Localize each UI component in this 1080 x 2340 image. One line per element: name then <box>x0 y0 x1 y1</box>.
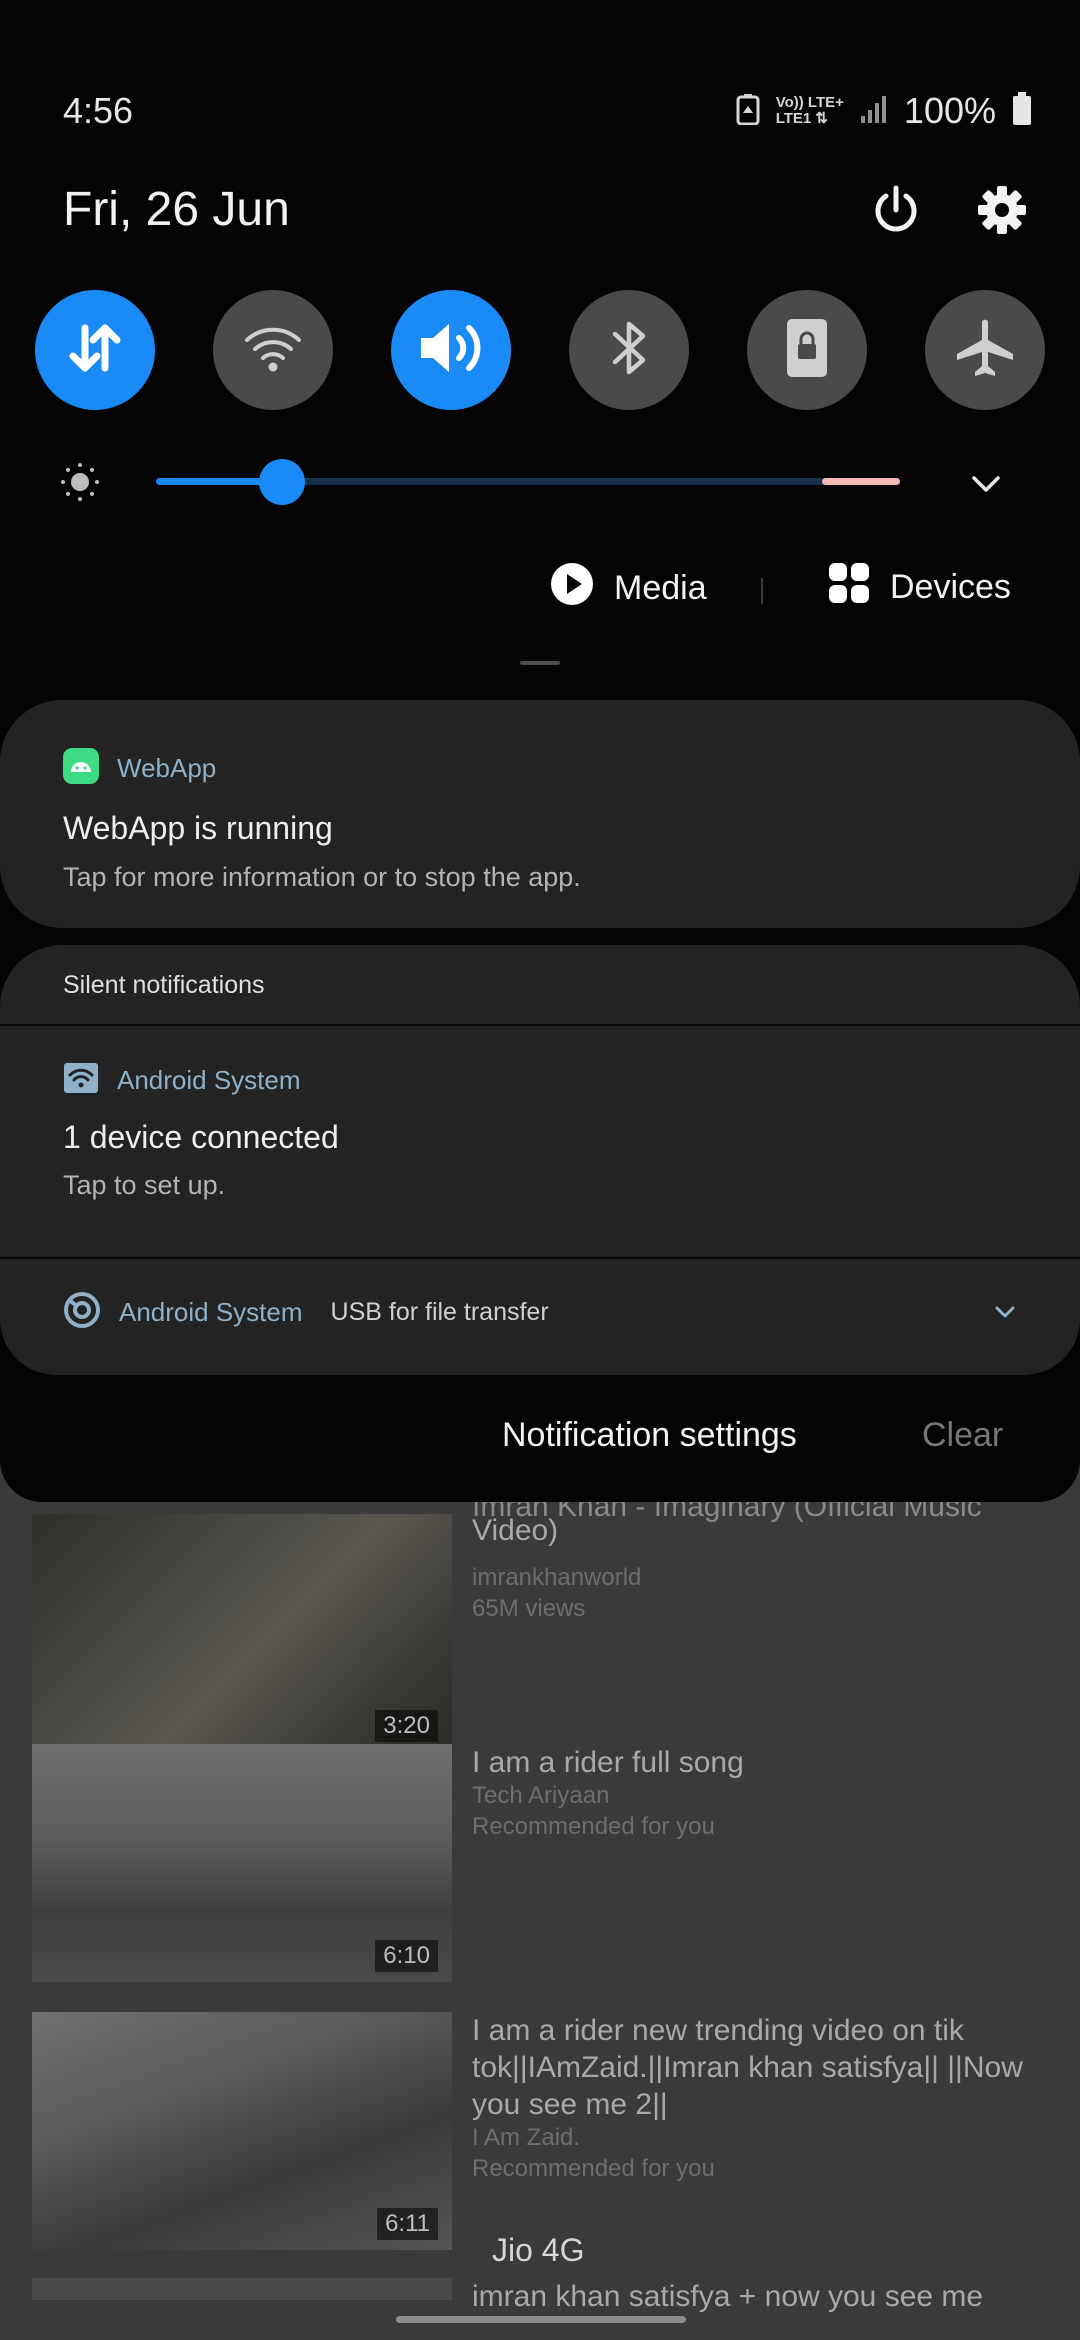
status-bar: 4:56 Vo)) LTE+ LTE1 ⇅ 100% <box>0 90 1080 140</box>
video-title[interactable]: imran khan satisfya + now you see me <box>472 2278 1032 2315</box>
devices-button[interactable]: Devices <box>828 562 1011 613</box>
data-activity-icon: ⇅ <box>815 110 828 127</box>
notification-title: 1 device connected <box>63 1119 339 1155</box>
gesture-nav-handle[interactable] <box>396 2316 686 2323</box>
status-icons: Vo)) LTE+ LTE1 ⇅ 100% <box>736 90 1032 132</box>
clear-button[interactable]: Clear <box>922 1416 1003 1455</box>
media-label: Media <box>614 569 707 607</box>
volte-lte-icon: Vo)) LTE+ LTE1 ⇅ <box>776 95 844 127</box>
video-channel: imrankhanworld <box>472 1564 642 1591</box>
notification-app-row: WebApp <box>63 748 216 789</box>
video-duration: 3:20 <box>375 1710 438 1742</box>
power-icon[interactable] <box>868 182 924 238</box>
video-title[interactable]: I am a rider full song <box>472 1744 1032 1781</box>
chevron-down-icon[interactable] <box>966 464 1006 504</box>
wifi-icon <box>241 320 305 381</box>
notification-app-name: Android System <box>119 1297 303 1327</box>
shade-drag-handle[interactable] <box>520 661 560 665</box>
video-meta: Recommended for you <box>472 1813 715 1840</box>
bluetooth-toggle[interactable] <box>569 290 689 410</box>
android-app-icon <box>63 748 99 789</box>
gear-icon[interactable] <box>974 182 1030 238</box>
video-duration: 6:11 <box>377 2208 438 2240</box>
sun-icon <box>60 462 100 507</box>
usb-settings-icon <box>63 1291 101 1334</box>
date-label[interactable]: Fri, 26 Jun <box>63 182 290 237</box>
data-saver-icon <box>736 93 760 130</box>
notification-webapp[interactable]: WebApp WebApp is running Tap for more in… <box>0 700 1080 928</box>
speaker-icon <box>415 316 487 385</box>
bluetooth-icon <box>607 316 651 385</box>
notification-title: WebApp is running <box>63 810 333 846</box>
notification-app-row: Android System USB for file transfer <box>63 1291 549 1334</box>
airplane-icon <box>953 316 1017 385</box>
video-title[interactable]: I am a rider new trending video on tik t… <box>472 2012 1032 2123</box>
wifi-toggle[interactable] <box>213 290 333 410</box>
video-duration: 6:10 <box>375 1940 438 1972</box>
auto-rotate-toggle[interactable] <box>747 290 867 410</box>
brightness-slider[interactable] <box>60 452 1020 512</box>
video-meta: 65M views <box>472 1595 586 1622</box>
brightness-high-zone <box>822 478 900 485</box>
mobile-data-toggle[interactable] <box>35 290 155 410</box>
notification-body: Tap for more information or to stop the … <box>63 862 581 892</box>
video-thumbnail[interactable]: 6:11 <box>32 2012 452 2250</box>
play-circle-icon <box>550 562 594 615</box>
divider <box>761 578 763 604</box>
network-type-top: Vo)) LTE+ <box>775 94 844 111</box>
notification-usb[interactable]: Android System USB for file transfer <box>0 1259 1080 1375</box>
devices-grid-icon <box>828 562 870 613</box>
brightness-thumb[interactable] <box>259 459 306 505</box>
wifi-box-icon <box>63 1062 99 1099</box>
notification-body: Tap to set up. <box>63 1170 226 1200</box>
notification-app-row: Android System <box>63 1062 301 1099</box>
video-meta: Recommended for you <box>472 2155 715 2182</box>
video-thumbnail[interactable]: 3:20 <box>32 1514 452 1752</box>
video-channel: Tech Ariyaan <box>472 1782 610 1809</box>
video-thumbnail[interactable]: 6:10 <box>32 1744 452 1982</box>
notification-device-connected[interactable]: Android System 1 device connected Tap to… <box>0 1026 1080 1201</box>
battery-percent: 100% <box>903 90 996 131</box>
airplane-mode-toggle[interactable] <box>925 290 1045 410</box>
data-arrows-icon <box>63 316 127 385</box>
signal-icon <box>860 94 888 129</box>
notification-shade: 4:56 Vo)) LTE+ LTE1 ⇅ 100% Fri, 26 Jun M… <box>0 0 1080 1502</box>
battery-icon <box>1012 91 1032 131</box>
chevron-down-icon[interactable] <box>990 1297 1020 1332</box>
silent-notifications-header: Silent notifications <box>63 971 265 999</box>
notification-app-name: WebApp <box>117 753 217 783</box>
silent-notifications-group: Silent notifications Android System 1 de… <box>0 945 1080 1375</box>
video-thumbnail[interactable] <box>32 2278 452 2300</box>
video-title[interactable]: Video) <box>472 1512 1032 1549</box>
lock-rotation-icon <box>785 317 829 384</box>
devices-label: Devices <box>890 568 1011 606</box>
video-channel: I Am Zaid. <box>472 2124 581 2151</box>
status-time: 4:56 <box>63 90 134 131</box>
media-button[interactable]: Media <box>550 562 707 615</box>
notification-summary: USB for file transfer <box>330 1298 549 1326</box>
notification-app-name: Android System <box>117 1065 301 1095</box>
network-type-bottom: LTE1 ⇅ <box>775 110 828 127</box>
carrier-label: Jio 4G <box>492 2232 585 2268</box>
sound-toggle[interactable] <box>391 290 511 410</box>
notification-settings-button[interactable]: Notification settings <box>502 1416 797 1455</box>
